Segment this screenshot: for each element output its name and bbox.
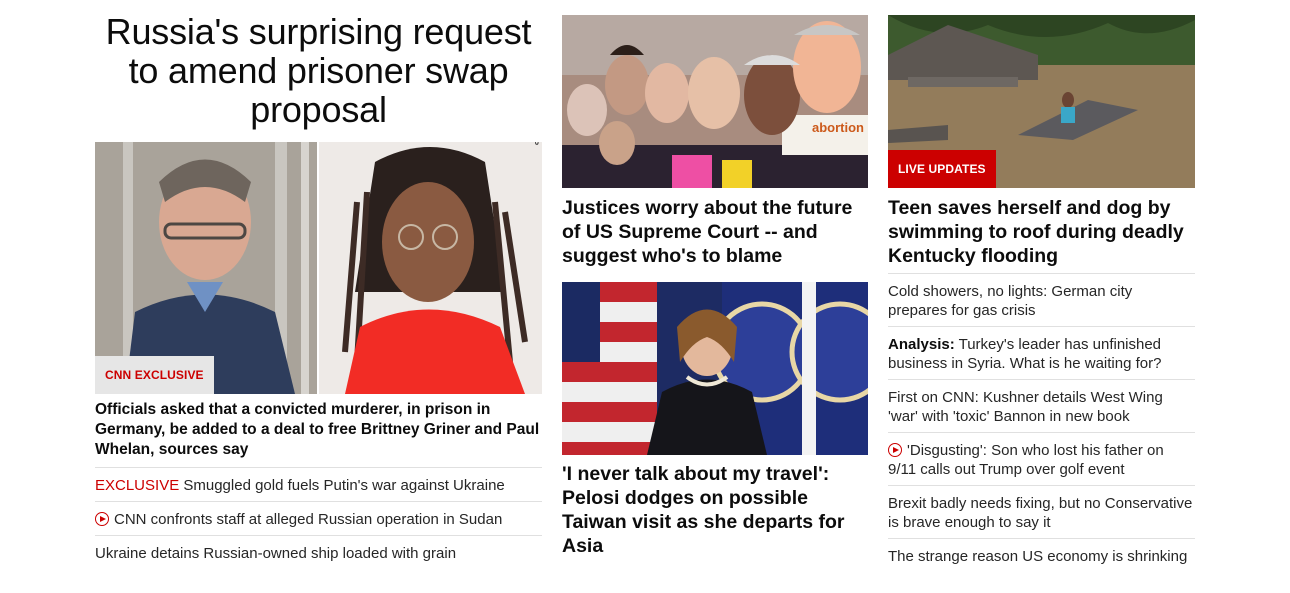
lead-image[interactable]: CNN EXCLUSIVE AP <box>95 142 542 394</box>
photo-credit: AP <box>532 142 539 145</box>
link-text: The strange reason US economy is shrinki… <box>888 548 1188 565</box>
right-column-links: Cold showers, no lights: German city pre… <box>888 273 1195 591</box>
related-link-smuggled-gold[interactable]: EXCLUSIVE Smuggled gold fuels Putin's wa… <box>95 477 542 495</box>
list-item[interactable]: EXCLUSIVE Smuggled gold fuels Putin's wa… <box>95 467 542 501</box>
list-item[interactable]: Cold showers, no lights: German city pre… <box>888 273 1195 326</box>
lead-related-links: EXCLUSIVE Smuggled gold fuels Putin's wa… <box>95 467 542 569</box>
list-item[interactable]: 'Disgusting': Son who lost his father on… <box>888 432 1195 485</box>
supreme-court-headline[interactable]: Justices worry about the future of US Su… <box>562 196 868 268</box>
link-text: First on CNN: Kushner details West Wing … <box>888 389 1163 425</box>
protest-sign-text: abortion <box>812 120 864 135</box>
lead-headline[interactable]: Russia's surprising request to amend pri… <box>95 12 542 129</box>
pelosi-photo-graphic <box>562 282 868 455</box>
link-us-economy[interactable]: The strange reason US economy is shrinki… <box>888 547 1195 566</box>
play-video-icon <box>888 443 902 457</box>
link-text: Cold showers, no lights: German city pre… <box>888 283 1133 319</box>
list-item[interactable]: First on CNN: Kushner details West Wing … <box>888 379 1195 432</box>
link-text: Smuggled gold fuels Putin's war against … <box>183 477 505 494</box>
link-brexit[interactable]: Brexit badly needs fixing, but no Conser… <box>888 494 1195 532</box>
link-text: Ukraine detains Russian-owned ship loade… <box>95 545 457 562</box>
link-text: 'Disgusting': Son who lost his father on… <box>888 442 1164 478</box>
link-911-golf[interactable]: 'Disgusting': Son who lost his father on… <box>888 441 1195 479</box>
link-turkey-syria[interactable]: Analysis: Turkey's leader has unfinished… <box>888 335 1195 373</box>
analysis-kicker: Analysis: <box>888 336 955 353</box>
play-video-icon <box>95 512 109 526</box>
pelosi-image[interactable] <box>562 282 868 455</box>
kentucky-flood-headline[interactable]: Teen saves herself and dog by swimming t… <box>888 196 1195 268</box>
lead-summary-headline[interactable]: Officials asked that a convicted murdere… <box>95 400 542 460</box>
exclusive-kicker: EXCLUSIVE <box>95 477 180 494</box>
live-updates-badge: LIVE UPDATES <box>888 150 996 188</box>
list-item[interactable]: Brexit badly needs fixing, but no Conser… <box>888 485 1195 538</box>
supreme-court-photo-graphic <box>562 15 868 188</box>
cnn-exclusive-badge: CNN EXCLUSIVE <box>95 356 214 394</box>
link-text: CNN confronts staff at alleged Russian o… <box>114 511 503 528</box>
related-link-grain-ship[interactable]: Ukraine detains Russian-owned ship loade… <box>95 545 542 563</box>
pelosi-headline[interactable]: 'I never talk about my travel': Pelosi d… <box>562 462 868 558</box>
related-link-sudan[interactable]: CNN confronts staff at alleged Russian o… <box>95 511 542 529</box>
supreme-court-image[interactable]: abortion <box>562 15 868 188</box>
list-item[interactable]: The strange reason US economy is shrinki… <box>888 538 1195 591</box>
kentucky-flood-image[interactable]: LIVE UPDATES <box>888 15 1195 188</box>
list-item[interactable]: CNN confronts staff at alleged Russian o… <box>95 501 542 535</box>
link-german-gas-crisis[interactable]: Cold showers, no lights: German city pre… <box>888 282 1195 320</box>
list-item[interactable]: Ukraine detains Russian-owned ship loade… <box>95 535 542 569</box>
link-kushner-bannon[interactable]: First on CNN: Kushner details West Wing … <box>888 388 1195 426</box>
list-item[interactable]: Analysis: Turkey's leader has unfinished… <box>888 326 1195 379</box>
link-text: Brexit badly needs fixing, but no Conser… <box>888 495 1193 531</box>
